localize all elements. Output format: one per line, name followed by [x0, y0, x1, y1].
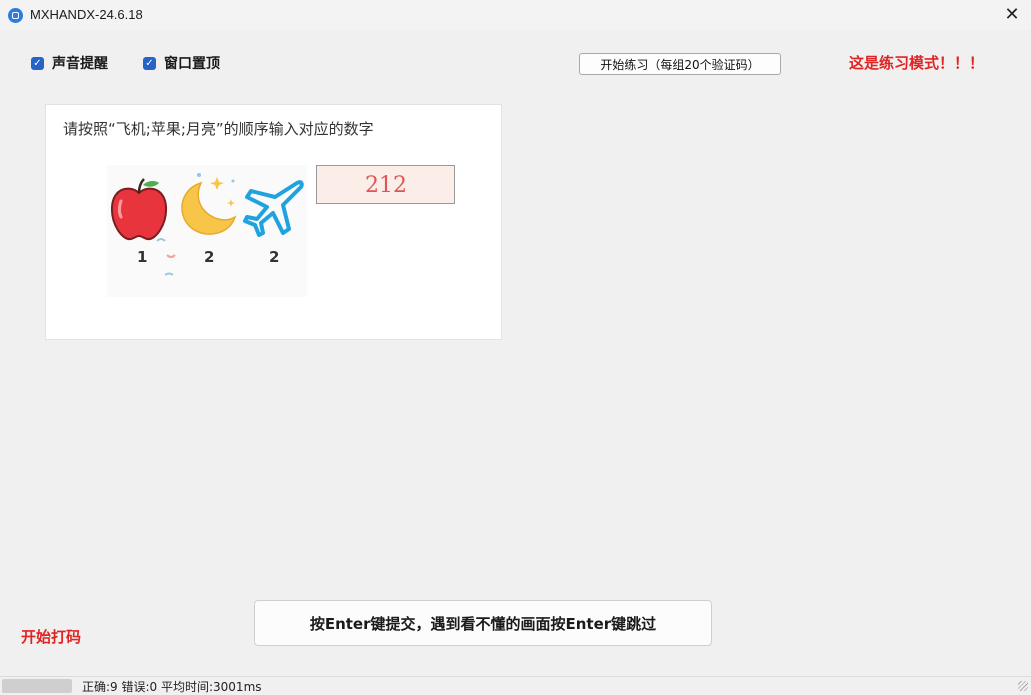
- pin-top-option[interactable]: ✓ 窗口置顶: [143, 53, 220, 73]
- sound-alert-checkbox[interactable]: ✓: [31, 56, 44, 70]
- submit-hint-button[interactable]: 按Enter键提交，遇到看不懂的画面按Enter键跳过: [254, 600, 712, 646]
- answer-input[interactable]: [316, 165, 455, 204]
- status-bar: 正确:9 错误:0 平均时间:3001ms: [0, 676, 1031, 694]
- pin-top-label: 窗口置顶: [164, 56, 220, 72]
- title-bar: MXHANDX-24.6.18 ✕: [0, 0, 1031, 30]
- captcha-panel: 请按照“飞机;苹果;月亮”的顺序输入对应的数字 1 2 2 212: [45, 104, 502, 340]
- apple-icon: [110, 178, 168, 241]
- captcha-image: 1 2 2: [107, 165, 307, 297]
- sound-alert-option[interactable]: ✓ 声音提醒: [31, 53, 108, 73]
- pin-top-checkbox[interactable]: ✓: [143, 56, 156, 70]
- window-title: MXHANDX-24.6.18: [30, 7, 143, 22]
- resize-grip-icon[interactable]: [1018, 681, 1028, 691]
- start-practice-button[interactable]: 开始练习（每组20个验证码）: [579, 53, 781, 75]
- image-number-3: 2: [269, 248, 280, 266]
- status-stats: 正确:9 错误:0 平均时间:3001ms: [82, 680, 262, 694]
- airplane-icon: [243, 180, 304, 237]
- sound-alert-label: 声音提醒: [52, 56, 108, 72]
- moon-icon: [181, 173, 237, 235]
- redacted-user-field: [2, 679, 72, 693]
- captcha-instruction: 请按照“飞机;苹果;月亮”的顺序输入对应的数字: [63, 120, 374, 138]
- image-number-1: 1: [137, 248, 148, 266]
- image-number-2: 2: [204, 248, 215, 266]
- practice-mode-notice: 这是练习模式！！！: [849, 54, 985, 72]
- app-logo-icon: [8, 8, 23, 23]
- start-typing-label[interactable]: 开始打码: [21, 626, 81, 647]
- confetti-decoration: [156, 238, 176, 276]
- close-button[interactable]: ✕: [999, 2, 1025, 28]
